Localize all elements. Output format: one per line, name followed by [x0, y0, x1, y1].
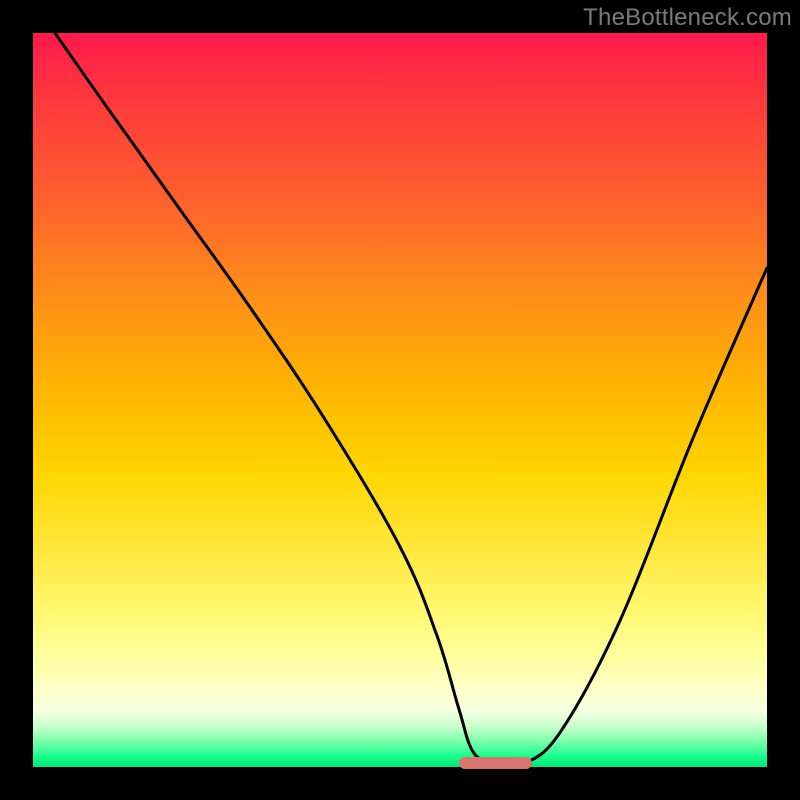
plot-area: [33, 33, 767, 767]
optimal-range-marker: [459, 757, 532, 769]
watermark-text: TheBottleneck.com: [583, 4, 792, 32]
chart-frame: TheBottleneck.com: [0, 0, 800, 800]
bottleneck-curve: [33, 33, 767, 767]
